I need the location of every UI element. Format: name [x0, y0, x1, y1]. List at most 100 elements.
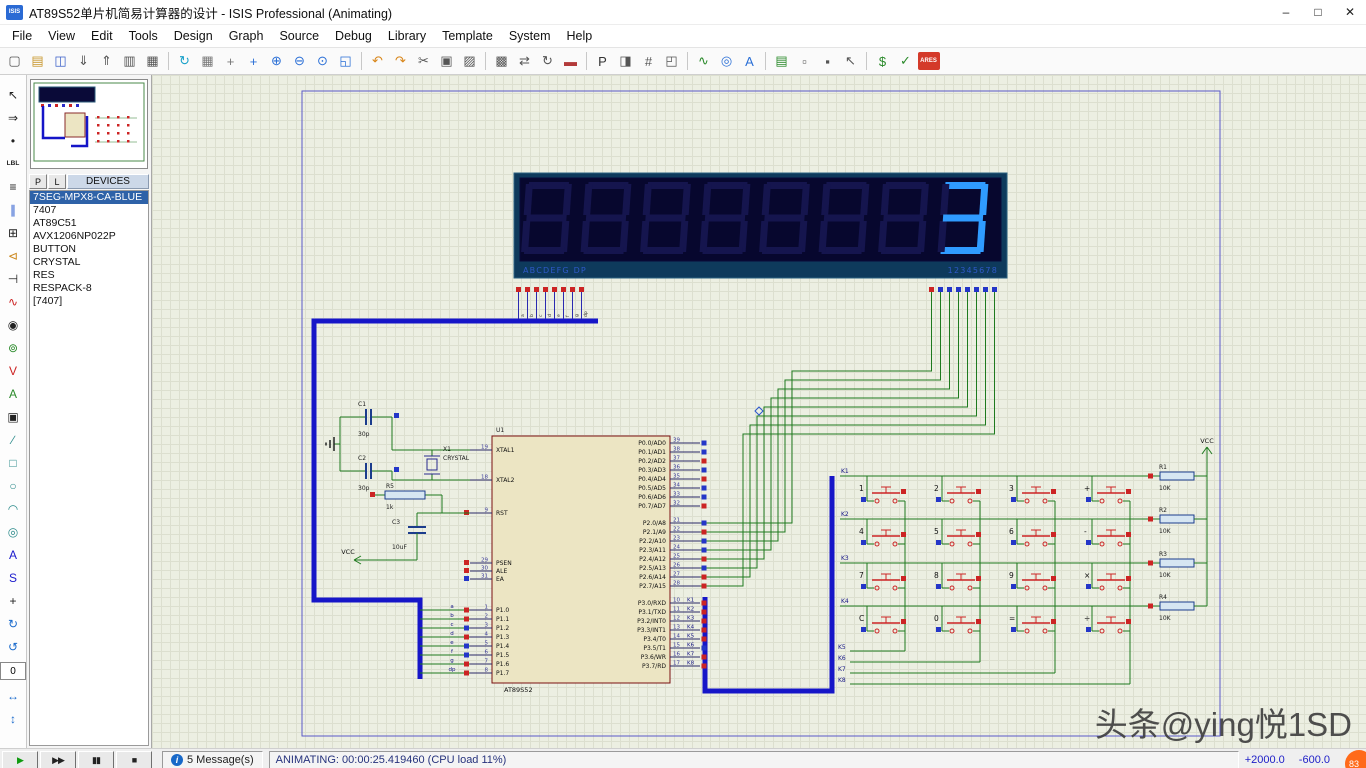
- device-list-item[interactable]: [7407]: [30, 295, 148, 308]
- menu-template[interactable]: Template: [434, 25, 501, 47]
- menu-source[interactable]: Source: [271, 25, 327, 47]
- keypad-button-2[interactable]: 2: [934, 476, 981, 503]
- keypad-button-=[interactable]: =: [1009, 606, 1056, 633]
- undo-icon[interactable]: ↶: [367, 50, 389, 72]
- center-at-cursor-icon[interactable]: +: [243, 50, 265, 72]
- keypad-button-7[interactable]: 7: [859, 563, 906, 590]
- pause-button[interactable]: ▮▮: [78, 751, 114, 768]
- keypad-button-C[interactable]: C: [859, 606, 906, 633]
- subcircuit-mode-icon[interactable]: ⊞: [2, 222, 24, 243]
- symbol-mode-icon[interactable]: S: [2, 567, 24, 588]
- zoom-out-icon[interactable]: ⊖: [289, 50, 311, 72]
- packaging-tool-icon[interactable]: #: [638, 50, 660, 72]
- circle-mode-icon[interactable]: ○: [2, 475, 24, 496]
- crystal-x1[interactable]: [427, 459, 437, 470]
- reset-circuit[interactable]: R5 1k C3 10uF VCC: [341, 483, 470, 564]
- resistor-r1[interactable]: R110K: [1148, 464, 1207, 492]
- keypad-button-0[interactable]: 0: [934, 606, 981, 633]
- box-mode-icon[interactable]: □: [2, 452, 24, 473]
- text-script-mode-icon[interactable]: ≡: [2, 176, 24, 197]
- path-mode-icon[interactable]: ◎: [2, 521, 24, 542]
- schematic-editor[interactable]: abcdefgdp abcdefgdp ABCDEFG DP 12345678 …: [152, 75, 1366, 748]
- terminal-mode-icon[interactable]: ⊲: [2, 245, 24, 266]
- graph-mode-icon[interactable]: ∿: [2, 291, 24, 312]
- instruments-mode-icon[interactable]: ▣: [2, 406, 24, 427]
- netlist-to-ares-icon[interactable]: ARES: [918, 52, 940, 70]
- stop-button[interactable]: ■: [116, 751, 152, 768]
- menu-library[interactable]: Library: [380, 25, 434, 47]
- voltage-probe-mode-icon[interactable]: V: [2, 360, 24, 381]
- component-mode-icon[interactable]: ⇒: [2, 107, 24, 128]
- redo-icon[interactable]: ↷: [390, 50, 412, 72]
- wire-label-mode-icon[interactable]: LBL: [2, 153, 24, 174]
- zoom-area-icon[interactable]: ◱: [335, 50, 357, 72]
- menu-view[interactable]: View: [40, 25, 83, 47]
- marker-mode-icon[interactable]: +: [2, 590, 24, 611]
- selection-mode-icon[interactable]: ↖: [2, 84, 24, 105]
- maximize-button[interactable]: □: [1302, 0, 1334, 24]
- mirror-y-icon[interactable]: ↕: [2, 708, 24, 729]
- make-device-icon[interactable]: ◨: [615, 50, 637, 72]
- cut-icon[interactable]: ✂: [413, 50, 435, 72]
- copy-icon[interactable]: ▣: [436, 50, 458, 72]
- block-copy-icon[interactable]: ▩: [491, 50, 513, 72]
- library-manager-button[interactable]: L: [48, 174, 66, 189]
- device-list-item[interactable]: 7SEG-MPX8-CA-BLUE: [30, 191, 148, 204]
- search-and-tag-icon[interactable]: ◎: [716, 50, 738, 72]
- device-list-item[interactable]: AT89C51: [30, 217, 148, 230]
- electrical-rule-check-icon[interactable]: ✓: [895, 50, 917, 72]
- keypad-button-8[interactable]: 8: [934, 563, 981, 590]
- mirror-x-icon[interactable]: ↔: [2, 685, 24, 706]
- keypad-button-5[interactable]: 5: [934, 519, 981, 546]
- keypad-button--[interactable]: -: [1084, 519, 1131, 546]
- crystal-oscillator-circuit[interactable]: C1 30p C2 30p X1 CRYSTAL: [326, 401, 470, 492]
- pick-parts-icon[interactable]: P: [592, 50, 614, 72]
- text-mode-icon[interactable]: A: [2, 544, 24, 565]
- tape-recorder-mode-icon[interactable]: ◉: [2, 314, 24, 335]
- goto-sheet-icon[interactable]: ↖: [840, 50, 862, 72]
- device-list-item[interactable]: RES: [30, 269, 148, 282]
- keypad-button-4[interactable]: 4: [859, 519, 906, 546]
- resistor-r2[interactable]: R210K: [1148, 507, 1207, 535]
- import-section-icon[interactable]: ⇓: [73, 50, 95, 72]
- save-design-icon[interactable]: ◫: [50, 50, 72, 72]
- device-list[interactable]: 7SEG-MPX8-CA-BLUE7407AT89C51AVX1206NP022…: [29, 190, 149, 746]
- menu-system[interactable]: System: [501, 25, 559, 47]
- menu-design[interactable]: Design: [166, 25, 221, 47]
- redraw-icon[interactable]: ↻: [174, 50, 196, 72]
- device-list-item[interactable]: RESPACK-8: [30, 282, 148, 295]
- menu-help[interactable]: Help: [559, 25, 601, 47]
- false-origin-icon[interactable]: +: [220, 50, 242, 72]
- rotate-cw-icon[interactable]: ↻: [2, 613, 24, 634]
- line-mode-icon[interactable]: ∕: [2, 429, 24, 450]
- menu-file[interactable]: File: [4, 25, 40, 47]
- menu-debug[interactable]: Debug: [327, 25, 380, 47]
- keypad-button-6[interactable]: 6: [1009, 519, 1056, 546]
- keypad-button-×[interactable]: ×: [1084, 563, 1131, 590]
- toggle-grid-icon[interactable]: ▦: [197, 50, 219, 72]
- generator-mode-icon[interactable]: ⊚: [2, 337, 24, 358]
- mcu-at89s52[interactable]: U1 AT89S52 19XTAL118XTAL29RST29PSEN30ALE…: [464, 427, 707, 694]
- resistor-r4[interactable]: R410K: [1148, 594, 1207, 622]
- export-section-icon[interactable]: ⇑: [96, 50, 118, 72]
- print-icon[interactable]: ▥: [119, 50, 141, 72]
- overview-preview[interactable]: [30, 79, 148, 169]
- rotation-angle-input[interactable]: [0, 662, 26, 680]
- decompose-icon[interactable]: ◰: [661, 50, 683, 72]
- new-design-icon[interactable]: ▢: [4, 50, 26, 72]
- close-button[interactable]: ✕: [1334, 0, 1366, 24]
- step-button[interactable]: ▶▶: [40, 751, 76, 768]
- zoom-in-icon[interactable]: ⊕: [266, 50, 288, 72]
- zoom-all-icon[interactable]: ⊙: [312, 50, 334, 72]
- keypad-button-÷[interactable]: ÷: [1084, 606, 1131, 633]
- block-delete-icon[interactable]: ▬: [560, 50, 582, 72]
- menu-graph[interactable]: Graph: [221, 25, 272, 47]
- menu-tools[interactable]: Tools: [121, 25, 166, 47]
- device-list-item[interactable]: AVX1206NP022P: [30, 230, 148, 243]
- device-list-item[interactable]: 7407: [30, 204, 148, 217]
- device-pin-mode-icon[interactable]: ⊣: [2, 268, 24, 289]
- wire-autorouter-icon[interactable]: ∿: [693, 50, 715, 72]
- new-sheet-icon[interactable]: ▫: [794, 50, 816, 72]
- keypad-button-1[interactable]: 1: [859, 476, 906, 503]
- message-panel[interactable]: i 5 Message(s): [162, 751, 263, 768]
